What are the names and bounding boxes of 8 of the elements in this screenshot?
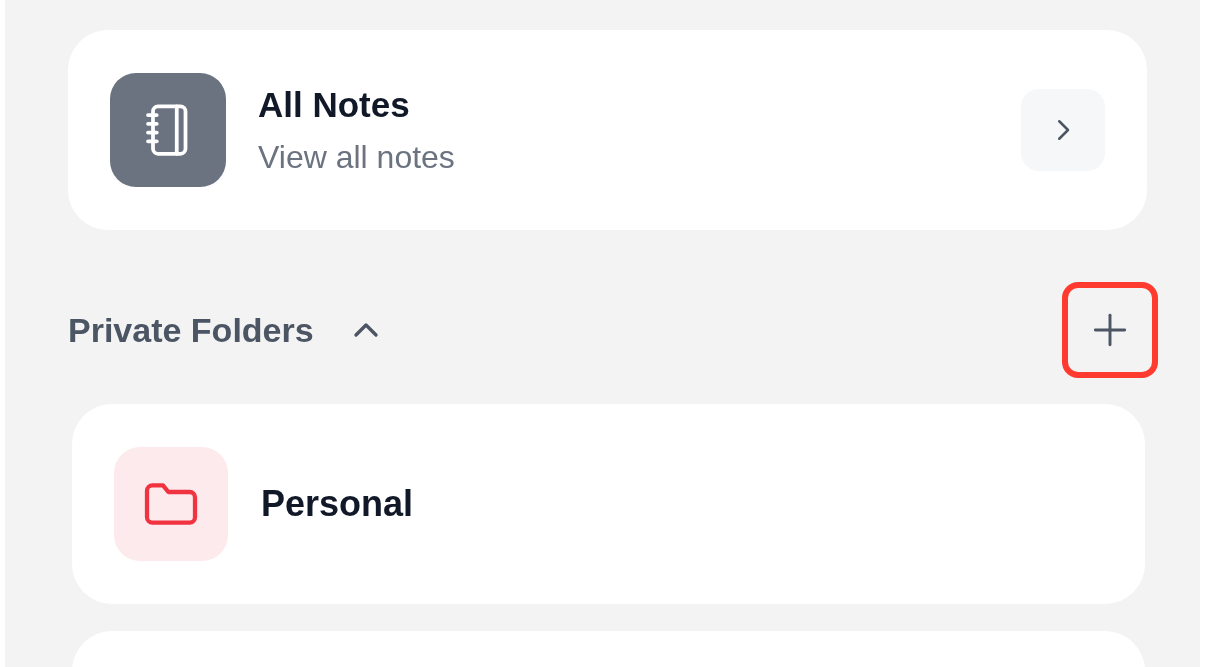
all-notes-card[interactable]: All Notes View all notes [68,30,1147,230]
card-subtitle: View all notes [258,138,456,176]
section-toggle[interactable]: Private Folders [68,310,386,350]
add-folder-button[interactable] [1062,282,1158,378]
folder-name: Personal [261,483,414,525]
notebook-icon [110,73,226,187]
card-title: All Notes [258,84,411,125]
folder-card[interactable]: Personal [72,404,1145,604]
